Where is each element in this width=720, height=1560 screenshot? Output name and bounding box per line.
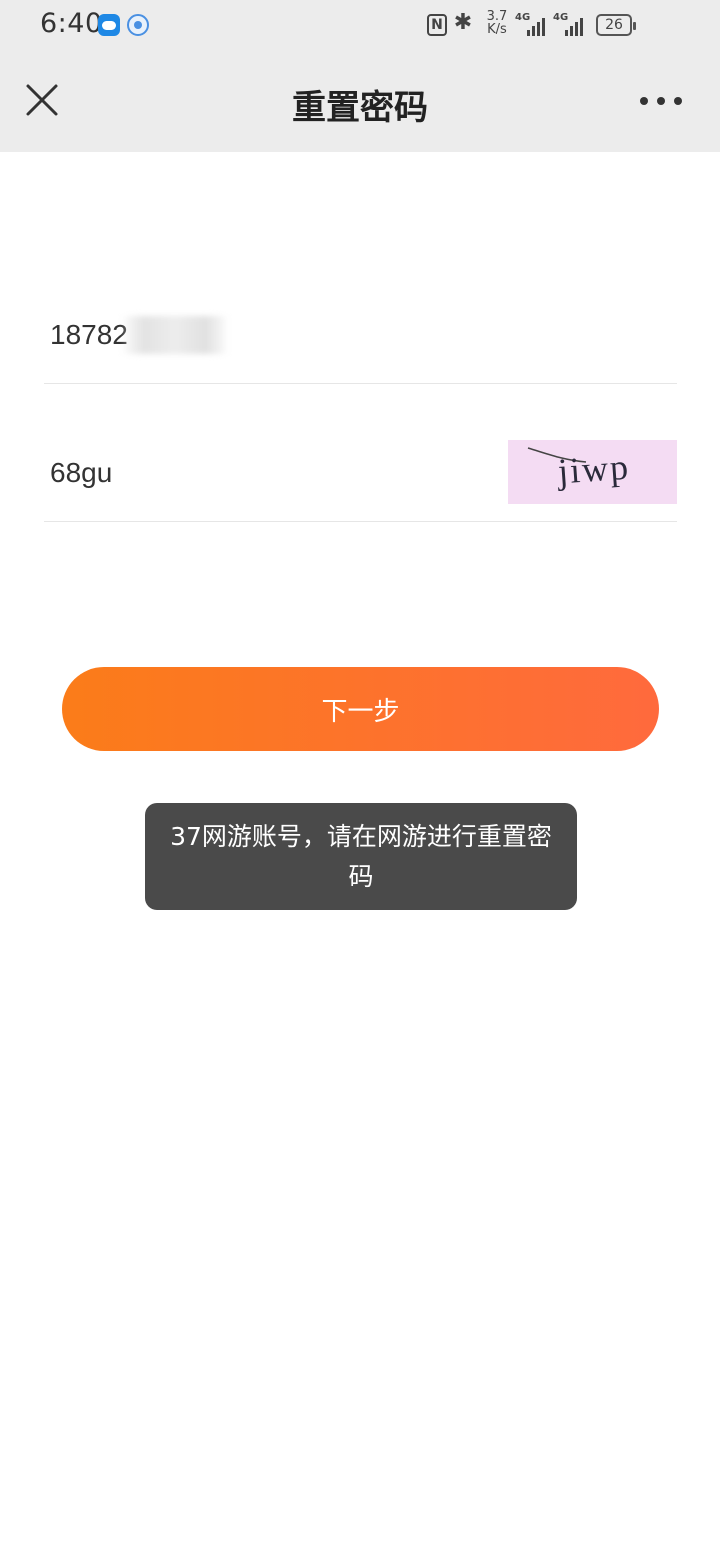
status-time: 6:40 xyxy=(40,8,103,39)
status-bar: 6:40 N ✱ 3.7 K/s 4G 4G 26 xyxy=(0,0,720,52)
captcha-text: jiwp xyxy=(556,446,632,492)
captcha-image[interactable]: jiwp xyxy=(508,440,677,504)
signal-type-label: 4G xyxy=(515,12,531,23)
nfc-icon: N xyxy=(427,14,447,36)
signal-icon: 4G xyxy=(515,12,549,38)
more-options-button[interactable] xyxy=(638,88,684,112)
bluetooth-icon: ✱ xyxy=(453,10,473,35)
network-speed-unit: K/s xyxy=(487,22,507,37)
more-dots-icon xyxy=(674,97,682,105)
toast-message: 37网游账号，请在网游进行重置密码 xyxy=(145,803,577,910)
network-speed: 3.7 K/s xyxy=(480,10,514,36)
weather-app-icon xyxy=(98,14,120,36)
phone-field xyxy=(44,294,677,384)
more-dots-icon xyxy=(640,97,648,105)
captcha-input[interactable] xyxy=(48,450,488,496)
privacy-blur xyxy=(124,316,226,354)
signal-icon: 4G xyxy=(553,12,587,38)
next-step-button[interactable]: 下一步 xyxy=(62,667,659,751)
captcha-field: jiwp xyxy=(44,432,677,522)
title-bar: 重置密码 xyxy=(0,52,720,152)
more-dots-icon xyxy=(657,97,665,105)
phone-input[interactable] xyxy=(48,312,488,358)
page-title: 重置密码 xyxy=(292,88,428,128)
browser-app-icon xyxy=(127,14,149,36)
signal-type-label: 4G xyxy=(553,12,569,23)
battery-icon: 26 xyxy=(596,14,636,36)
